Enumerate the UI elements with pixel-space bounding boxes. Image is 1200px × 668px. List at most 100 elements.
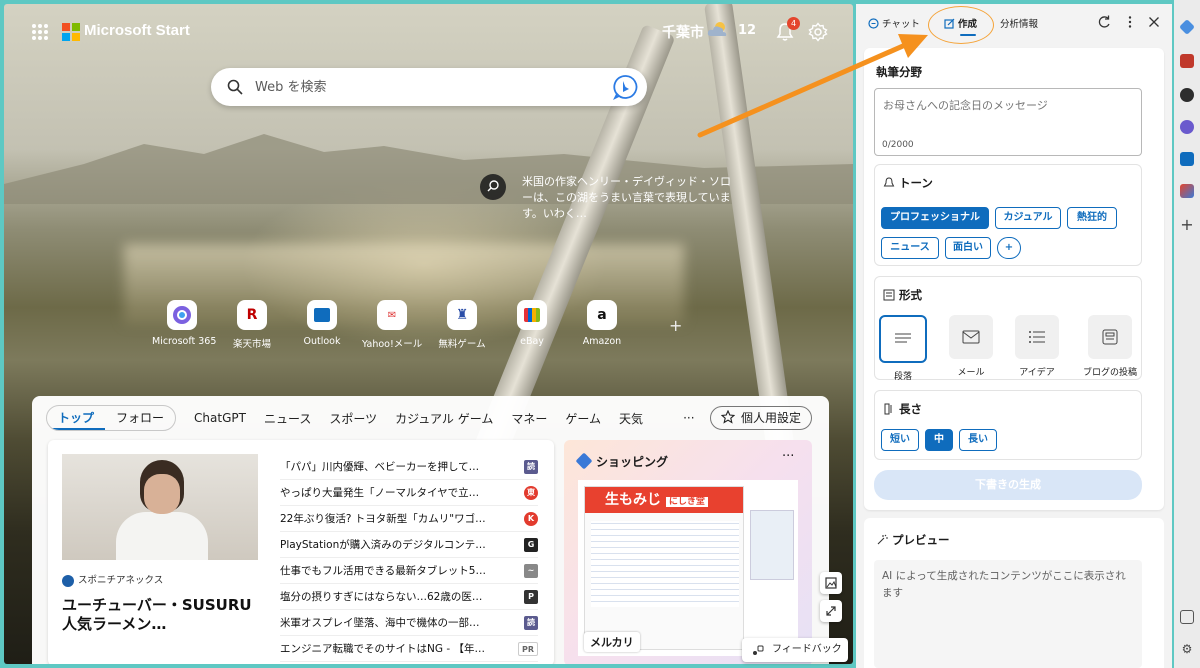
more-options-button[interactable]: ··· [782, 449, 794, 464]
add-quick-link-button[interactable]: + [669, 316, 682, 335]
list-item[interactable]: やっぱり大量発生「ノーマルタイヤで立… 東 [280, 480, 538, 506]
shopping-card[interactable]: ショッピング ··· 生もみじ にしき堂 メルカリ [564, 440, 812, 664]
nav-casual-games[interactable]: カジュアル ゲーム [395, 410, 493, 427]
gear-icon[interactable] [808, 22, 828, 42]
close-icon[interactable] [1146, 14, 1162, 30]
tab-insights[interactable]: 分析情報 [1000, 16, 1038, 30]
search-box[interactable] [211, 68, 647, 106]
tab-top[interactable]: トップ [47, 406, 106, 430]
add-tone-button[interactable]: + [997, 237, 1021, 259]
format-blog-post[interactable]: ブログの投稿 [1079, 315, 1141, 378]
tag-icon[interactable] [1179, 19, 1195, 35]
tone-section: トーン プロフェッショナル カジュアル 熱狂的 ニュース 面白い + [874, 164, 1142, 266]
quick-link-ebay[interactable]: eBay [502, 300, 562, 347]
nav-chatgpt[interactable]: ChatGPT [194, 411, 246, 425]
app-launcher-icon[interactable] [32, 24, 48, 40]
briefcase-icon[interactable] [1180, 54, 1194, 68]
topic-input[interactable] [874, 88, 1142, 156]
image-icon [825, 577, 837, 589]
quick-link-microsoft-365[interactable]: Microsoft 365 [152, 300, 216, 347]
personalize-button[interactable]: 個人用設定 [710, 406, 813, 430]
nav-weather[interactable]: 天気 [619, 410, 643, 427]
headline-text[interactable]: 米軍オスプレイ墜落、海中で機体の一部… [280, 615, 506, 630]
microsoft-365-icon[interactable] [1180, 120, 1194, 134]
lead-story-image[interactable] [62, 454, 258, 560]
list-item[interactable]: 塩分の摂りすぎにはならない…62歳の医… P [280, 584, 538, 610]
copilot-sidebar: チャット 作成 分析情報 執筆分野 0/2000 トーン プロフェッショナル カ… [856, 4, 1172, 668]
photo-caption-text[interactable]: 米国の作家ヘンリー・デイヴィッド・ソローは、この湖をうまい言葉で表現しています。… [522, 174, 732, 222]
length-heading-text: 長さ [899, 402, 922, 416]
list-item[interactable]: PlayStationが購入済みのデジタルコンテ… G [280, 532, 538, 558]
tone-professional[interactable]: プロフェッショナル [881, 207, 989, 229]
brand-name[interactable]: Microsoft Start [84, 22, 190, 39]
bing-chat-icon[interactable] [613, 74, 639, 100]
quick-link-amazon[interactable]: a Amazon [572, 300, 632, 347]
add-icon[interactable]: + [1180, 217, 1194, 233]
publisher-icon: 読 [524, 459, 538, 474]
feedback-button[interactable]: フィードバック [742, 638, 848, 662]
games-icon: ♜ [447, 300, 477, 330]
tag-icon [575, 452, 593, 470]
preview-heading-text: プレビュー [892, 533, 950, 547]
top-bar: Microsoft Start 千葉市 12 4 [4, 4, 853, 62]
length-long[interactable]: 長い [959, 429, 997, 451]
weather-temperature[interactable]: 12 [738, 23, 756, 38]
search-input[interactable] [255, 77, 595, 97]
image-info-button[interactable] [820, 572, 842, 594]
list-item[interactable]: 仕事でもフル活用できる最新タブレット5… ~ [280, 558, 538, 584]
shopping-product-image[interactable]: 生もみじ にしき堂 メルカリ [578, 480, 798, 656]
expand-button[interactable] [820, 600, 842, 622]
quick-link-rakuten[interactable]: R 楽天市場 [222, 300, 282, 350]
headline-text[interactable]: 塩分の摂りすぎにはならない…62歳の医… [280, 589, 506, 604]
format-section: 形式 段落 メール アイデア ブログの投稿 [874, 276, 1142, 382]
length-medium[interactable]: 中 [925, 429, 953, 451]
gear-icon[interactable]: ⚙ [1180, 642, 1194, 656]
quick-link-outlook[interactable]: Outlook [292, 300, 352, 347]
format-ideas[interactable]: アイデア [1011, 315, 1063, 378]
format-paragraph[interactable]: 段落 [877, 315, 929, 382]
quick-link-games[interactable]: ♜ 無料ゲーム [432, 300, 492, 350]
length-short[interactable]: 短い [881, 429, 919, 451]
lead-story-title[interactable]: ユーチューバー・SUSURU 人気ラーメン… [62, 596, 262, 634]
nav-money[interactable]: マネー [511, 410, 547, 427]
tab-follow[interactable]: フォロー [105, 406, 175, 430]
generate-draft-button[interactable]: 下書きの生成 [874, 470, 1142, 500]
outlook-icon[interactable] [1180, 152, 1194, 166]
drop-icon[interactable] [1180, 184, 1194, 198]
news-card[interactable]: スポニチアネックス ユーチューバー・SUSURU 人気ラーメン… 「パパ」川内優… [48, 440, 554, 664]
sidebar-toggle-icon[interactable] [1180, 610, 1194, 624]
character-count: 0/2000 [882, 140, 914, 150]
games-icon[interactable] [1180, 88, 1194, 102]
format-heading: 形式 [883, 287, 922, 303]
expand-icon [826, 606, 836, 616]
edge-sidebar: + ⚙ [1174, 0, 1200, 668]
refresh-icon[interactable] [1096, 14, 1112, 30]
tone-casual[interactable]: カジュアル [995, 207, 1061, 229]
search-icon[interactable] [480, 174, 506, 200]
headline-text[interactable]: やっぱり大量発生「ノーマルタイヤで立… [280, 485, 506, 500]
tone-funny[interactable]: 面白い [945, 237, 991, 259]
nav-more-button[interactable]: ··· [683, 411, 694, 425]
list-item[interactable]: 22年ぶり復活? トヨタ新型「カムリ"ワゴ… K [280, 506, 538, 532]
format-email[interactable]: メール [945, 315, 997, 378]
list-item[interactable]: 米軍オスプレイ墜落、海中で機体の一部… 読 [280, 610, 538, 636]
list-item[interactable]: エンジニア転職でそのサイトはNG - 【年… PR [280, 636, 538, 662]
nav-news[interactable]: ニュース [264, 410, 311, 427]
list-item[interactable]: 「パパ」川内優輝、ベビーカーを押して… 読 [280, 454, 538, 480]
headline-text[interactable]: 22年ぶり復活? トヨタ新型「カムリ"ワゴ… [280, 511, 506, 526]
tone-news[interactable]: ニュース [881, 237, 939, 259]
nav-games[interactable]: ゲーム [565, 410, 601, 427]
more-options-icon[interactable] [1122, 14, 1138, 30]
headline-text[interactable]: エンジニア転職でそのサイトはNG - 【年… [280, 641, 506, 656]
weather-city[interactable]: 千葉市 [662, 22, 704, 42]
headline-text[interactable]: 仕事でもフル活用できる最新タブレット5… [280, 563, 506, 578]
headline-text[interactable]: 「パパ」川内優輝、ベビーカーを押して… [280, 459, 506, 474]
format-heading-text: 形式 [899, 288, 922, 302]
headline-text[interactable]: PlayStationが購入済みのデジタルコンテ… [280, 537, 506, 552]
nav-sports[interactable]: スポーツ [329, 410, 377, 427]
cloudy-weather-icon[interactable] [707, 20, 729, 38]
poster-title: 生もみじ [605, 492, 661, 508]
quick-link-yahoo-mail[interactable]: ✉ Yahoo!メール [362, 300, 422, 350]
tone-enthusiastic[interactable]: 熱狂的 [1067, 207, 1117, 229]
tab-chat[interactable]: チャット [868, 16, 920, 30]
